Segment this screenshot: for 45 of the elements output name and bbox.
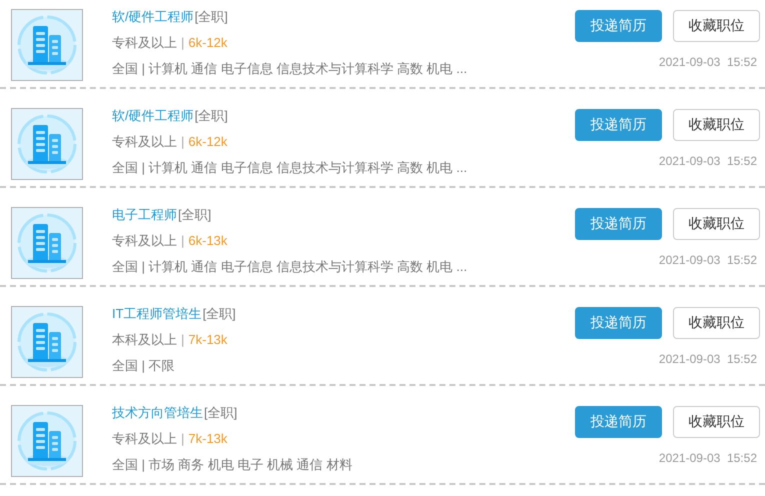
salary-range: 6k-13k	[188, 233, 228, 249]
job-details: 全国 | 市场 商务 机电 电子 机械 通信 材料	[112, 457, 352, 473]
job-title[interactable]: 技术方向管培生	[112, 405, 203, 421]
post-date: 2021-09-03 15:52	[658, 154, 758, 168]
apply-button[interactable]: 投递简历	[575, 208, 662, 240]
job-details: 全国 | 不限	[112, 358, 175, 374]
job-title[interactable]: 电子工程师	[112, 207, 177, 223]
job-title[interactable]: IT工程师管培生	[112, 306, 202, 322]
separator: |	[181, 431, 184, 447]
salary-range: 6k-12k	[188, 134, 228, 150]
post-date: 2021-09-03 15:52	[658, 451, 758, 465]
job-type: [全职]	[178, 207, 212, 223]
job-type: [全职]	[194, 9, 228, 25]
post-date: 2021-09-03 15:52	[658, 253, 758, 267]
post-date: 2021-09-03 15:52	[658, 352, 758, 366]
job-type: [全职]	[204, 405, 238, 421]
job-details: 全国 | 计算机 通信 电子信息 信息技术与计算科学 高数 机电 ...	[112, 61, 468, 77]
separator: |	[181, 233, 184, 249]
post-date: 2021-09-03 15:52	[658, 55, 758, 69]
salary-range: 7k-13k	[188, 431, 228, 447]
job-title[interactable]: 软/硬件工程师	[112, 9, 194, 25]
job-type: [全职]	[202, 306, 236, 322]
save-job-button[interactable]: 收藏职位	[673, 208, 760, 240]
apply-button[interactable]: 投递简历	[575, 109, 662, 141]
job-details: 全国 | 计算机 通信 电子信息 信息技术与计算科学 高数 机电 ...	[112, 259, 468, 275]
education-requirement: 专科及以上	[112, 35, 177, 51]
salary-range: 7k-13k	[188, 332, 228, 348]
education-requirement: 专科及以上	[112, 134, 177, 150]
separator: |	[181, 134, 184, 150]
education-requirement: 专科及以上	[112, 233, 177, 249]
save-job-button[interactable]: 收藏职位	[673, 406, 760, 438]
save-job-button[interactable]: 收藏职位	[673, 109, 760, 141]
salary-range: 6k-12k	[188, 35, 228, 51]
apply-button[interactable]: 投递简历	[575, 10, 662, 42]
job-details: 全国 | 计算机 通信 电子信息 信息技术与计算科学 高数 机电 ...	[112, 160, 468, 176]
apply-button[interactable]: 投递简历	[575, 307, 662, 339]
education-requirement: 本科及以上	[112, 332, 177, 348]
save-job-button[interactable]: 收藏职位	[673, 10, 760, 42]
job-title[interactable]: 软/硬件工程师	[112, 108, 194, 124]
job-type: [全职]	[194, 108, 228, 124]
apply-button[interactable]: 投递简历	[575, 406, 662, 438]
separator: |	[181, 332, 184, 348]
save-job-button[interactable]: 收藏职位	[673, 307, 760, 339]
separator: |	[181, 35, 184, 51]
education-requirement: 专科及以上	[112, 431, 177, 447]
